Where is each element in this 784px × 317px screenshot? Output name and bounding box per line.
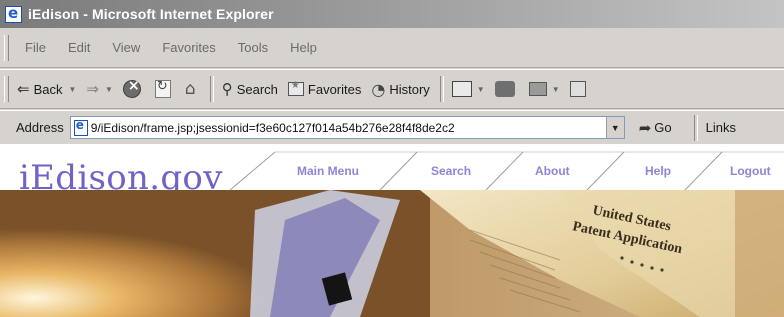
chevron-down-icon[interactable]: ▼: [552, 85, 560, 94]
toolbar-grip[interactable]: [4, 34, 9, 61]
menu-tools[interactable]: Tools: [238, 40, 268, 55]
print-icon: [494, 81, 515, 97]
home-icon: ⌂: [184, 79, 196, 99]
ie-icon: [5, 4, 22, 23]
favorites-label: Favorites: [307, 81, 362, 97]
toolbar-separator: [209, 76, 214, 102]
page-icon: [73, 118, 88, 136]
address-input[interactable]: 9/iEdison/frame.jsp;jsessionid=f3e60c127…: [69, 116, 625, 139]
menu-file[interactable]: File: [25, 40, 46, 55]
search-button[interactable]: ⚲ Search: [222, 76, 278, 102]
edit-button[interactable]: ▼: [528, 76, 560, 102]
edit-icon: [528, 82, 547, 96]
nav-main-menu[interactable]: Main Menu: [297, 164, 359, 178]
go-label: Go: [654, 120, 672, 135]
refresh-icon: [154, 79, 171, 98]
search-icon: ⚲: [221, 80, 233, 98]
print-button[interactable]: [494, 76, 519, 102]
stop-icon: [122, 78, 141, 98]
menu-edit[interactable]: Edit: [68, 40, 90, 55]
nav-search[interactable]: Search: [431, 164, 471, 178]
back-arrow-icon: ⇐: [17, 81, 30, 98]
toolbar-separator: [439, 76, 444, 102]
home-button[interactable]: ⌂: [185, 76, 200, 102]
favorites-button[interactable]: Favorites: [287, 76, 362, 102]
toolbar-separator: [693, 114, 698, 141]
chevron-down-icon[interactable]: ▼: [105, 85, 113, 94]
banner-image: United States Patent Application: [0, 190, 784, 317]
address-label: Address: [16, 120, 64, 135]
menu-view[interactable]: View: [112, 40, 140, 55]
site-header: iEdison.gov Main Menu Search About Help …: [0, 144, 784, 198]
toolbar-grip[interactable]: [4, 76, 9, 102]
back-button[interactable]: ⇐ Back ▼: [17, 76, 76, 102]
window-title: iEdison - Microsoft Internet Explorer: [28, 6, 274, 22]
nav-help[interactable]: Help: [645, 164, 671, 178]
links-button[interactable]: Links: [706, 120, 736, 135]
go-button[interactable]: ➦ Go: [639, 119, 672, 137]
forward-arrow-icon: ⇒: [86, 81, 99, 98]
discuss-icon: [569, 81, 586, 97]
title-bar: iEdison - Microsoft Internet Explorer: [0, 0, 784, 28]
history-button[interactable]: ◔ History: [371, 76, 429, 102]
nav-about[interactable]: About: [535, 164, 570, 178]
back-label: Back: [33, 81, 63, 97]
address-bar: Address 9/iEdison/frame.jsp;jsessionid=f…: [0, 110, 784, 144]
menu-favorites[interactable]: Favorites: [162, 40, 215, 55]
go-arrow-icon: ➦: [638, 118, 652, 137]
nav-logout[interactable]: Logout: [730, 164, 771, 178]
refresh-button[interactable]: [154, 76, 175, 102]
mail-button[interactable]: ▼: [451, 76, 485, 102]
history-icon: ◔: [371, 79, 386, 99]
standard-toolbar: ⇐ Back ▼ ⇒ ▼ ⌂ ⚲ Search Favorites ◔ Hist…: [0, 69, 784, 109]
mail-icon: [451, 81, 472, 97]
search-label: Search: [236, 81, 278, 97]
chevron-down-icon[interactable]: ▼: [68, 85, 76, 94]
stop-button[interactable]: [122, 76, 145, 102]
discuss-button[interactable]: [569, 76, 590, 102]
address-dropdown-button[interactable]: ▼: [605, 117, 624, 138]
favorites-icon: [287, 80, 304, 96]
address-url[interactable]: 9/iEdison/frame.jsp;jsessionid=f3e60c127…: [91, 121, 606, 135]
forward-button[interactable]: ⇒ ▼: [86, 76, 113, 102]
chevron-down-icon[interactable]: ▼: [477, 85, 485, 94]
history-label: History: [389, 81, 430, 97]
menu-help[interactable]: Help: [290, 40, 317, 55]
page-content: iEdison.gov Main Menu Search About Help …: [0, 144, 784, 317]
menu-bar: File Edit View Favorites Tools Help: [0, 28, 784, 68]
